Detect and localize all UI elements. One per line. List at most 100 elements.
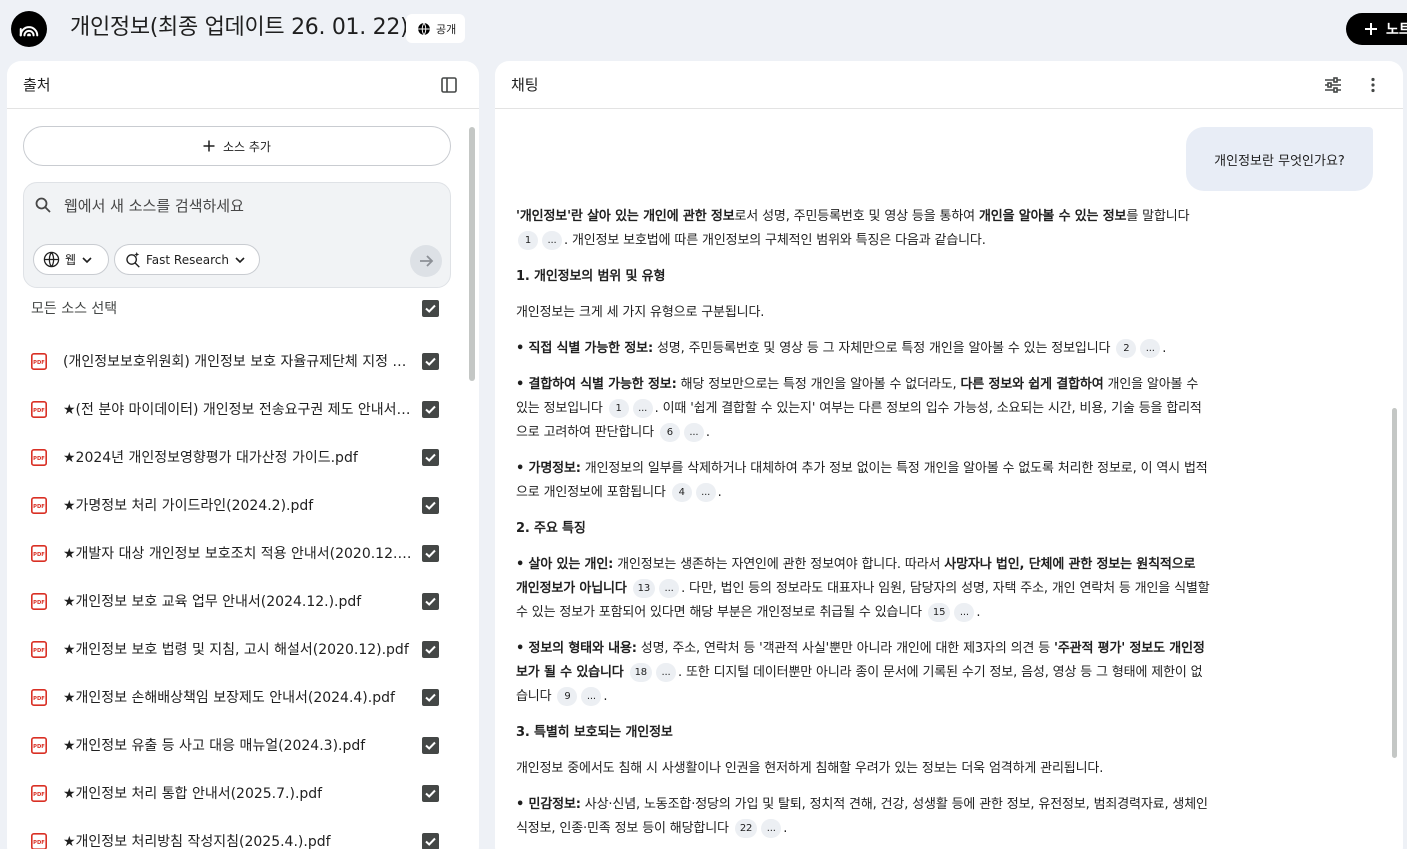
pdf-icon: PDF — [31, 400, 47, 418]
source-checkbox[interactable] — [422, 688, 439, 706]
source-title: ★2024년 개인정보영향평가 대가산정 가이드.pdf — [63, 450, 358, 466]
source-checkbox[interactable] — [422, 448, 439, 466]
more-vert-icon[interactable] — [1359, 71, 1387, 99]
sources-header: 출처 — [7, 61, 479, 109]
citation-more-chip[interactable]: ... — [542, 231, 562, 250]
checkbox-checked-icon — [425, 357, 436, 366]
source-checkbox[interactable] — [422, 784, 439, 802]
citation-chip[interactable]: 18 — [629, 663, 653, 682]
sources-title: 출처 — [23, 76, 51, 94]
search-submit-button[interactable] — [410, 245, 442, 277]
public-share-chip[interactable]: 공개 — [406, 14, 465, 43]
globe-icon — [43, 251, 60, 268]
source-item[interactable]: PDF ★2024년 개인정보영향평가 대가산정 가이드.pdf — [31, 433, 443, 481]
answer-text: . 개인정보 보호법에 따른 개인정보의 구체적인 범위와 특징은 다음과 같습… — [564, 233, 986, 248]
citation-more-chip[interactable]: ... — [581, 687, 602, 706]
notebook-logo-icon[interactable] — [11, 11, 47, 47]
source-checkbox[interactable] — [422, 496, 439, 514]
citation-more-chip[interactable]: ... — [954, 603, 975, 622]
section-heading: 1. 개인정보의 범위 및 유형 — [516, 269, 666, 284]
source-item[interactable]: PDF ★개인정보 보호 교육 업무 안내서(2024.12.).pdf — [31, 577, 443, 625]
bullet-label: • 가명정보: — [516, 461, 581, 476]
chat-scrollbar[interactable] — [1392, 408, 1397, 758]
citation-chip[interactable]: 15 — [927, 603, 951, 622]
svg-text:PDF: PDF — [33, 456, 45, 462]
select-all-checkbox[interactable] — [422, 299, 439, 317]
research-mode-dropdown[interactable]: Fast Research — [114, 244, 260, 275]
source-title: ★개인정보 처리방침 작성지침(2025.4.).pdf — [63, 834, 331, 849]
source-title: ★(전 분야 마이데이터) 개인정보 전송요구권 제도 안내서(2025.3.)… — [63, 402, 422, 418]
select-all-row[interactable]: 모든 소스 선택 — [31, 297, 443, 319]
checkbox-checked-icon — [425, 501, 436, 510]
source-title: ★개인정보 보호 교육 업무 안내서(2024.12.).pdf — [63, 594, 362, 610]
answer-bullet: • 정보의 형태와 내용: 성명, 주소, 연락처 등 '객관적 사실'뿐만 아… — [516, 641, 1205, 706]
source-title: ★개인정보 손해배상책임 보장제도 안내서(2024.4).pdf — [63, 690, 395, 706]
citation-more-chip[interactable]: ... — [683, 423, 704, 442]
sources-scrollbar[interactable] — [469, 127, 475, 381]
source-item[interactable]: PDF ★개인정보 보호 법령 및 지침, 고시 해설서(2020.12).pdf — [31, 625, 443, 673]
svg-text:PDF: PDF — [33, 696, 45, 702]
citation-chip[interactable]: 1 — [608, 399, 629, 418]
citation-chip[interactable]: 1 — [518, 231, 538, 250]
answer-text: 를 말합니다 — [1126, 209, 1190, 224]
add-source-button[interactable]: 소스 추가 — [23, 126, 451, 166]
section-heading: 3. 특별히 보호되는 개인정보 — [516, 725, 673, 740]
source-title: ★개인정보 유출 등 사고 대응 매뉴얼(2024.3).pdf — [63, 738, 366, 754]
source-item[interactable]: PDF ★개인정보 유출 등 사고 대응 매뉴얼(2024.3).pdf — [31, 721, 443, 769]
citation-chip[interactable]: 13 — [632, 579, 656, 598]
source-checkbox[interactable] — [422, 592, 439, 610]
source-checkbox[interactable] — [422, 544, 439, 562]
citation-more-chip[interactable]: ... — [659, 579, 680, 598]
source-title: ★개발자 대상 개인정보 보호조치 적용 안내서(2020.12.).pdf — [63, 546, 422, 562]
web-search-input[interactable] — [64, 193, 434, 219]
answer-bullet: • 살아 있는 개인: 개인정보는 생존하는 자연인에 관한 정보여야 합니다.… — [516, 557, 1210, 622]
pdf-icon: PDF — [31, 448, 47, 466]
source-checkbox[interactable] — [422, 640, 439, 658]
svg-text:PDF: PDF — [33, 648, 45, 654]
panel-collapse-icon[interactable] — [435, 71, 463, 99]
answer-bold-text: '개인정보'란 살아 있는 개인에 관한 정보 — [516, 209, 735, 224]
pdf-icon: PDF — [31, 784, 47, 802]
source-item[interactable]: PDF ★개인정보 손해배상책임 보장제도 안내서(2024.4).pdf — [31, 673, 443, 721]
citation-chip[interactable]: 2 — [1116, 339, 1137, 358]
source-checkbox[interactable] — [422, 352, 439, 370]
source-checkbox[interactable] — [422, 736, 439, 754]
pdf-icon: PDF — [31, 640, 47, 658]
source-item[interactable]: PDF ★가명정보 처리 가이드라인(2024.2).pdf — [31, 481, 443, 529]
citation-more-chip[interactable]: ... — [695, 483, 716, 502]
answer-text: 개인정보의 일부를 삭제하거나 대체하여 추가 정보 없이는 특정 개인을 알아… — [516, 461, 1208, 500]
citation-chip[interactable]: 9 — [557, 687, 578, 706]
sources-panel: 출처 소스 추가 웹에서 새 소스를 검색하세요 웹 Fast Research… — [7, 61, 479, 849]
source-checkbox[interactable] — [422, 832, 439, 849]
notebook-title[interactable]: 개인정보(최종 업데이트 26. 01. 22) — [70, 14, 409, 42]
source-item[interactable]: PDF ★개인정보 처리방침 작성지침(2025.4.).pdf — [31, 817, 443, 849]
svg-text:PDF: PDF — [33, 408, 45, 414]
source-title: ★개인정보 처리 통합 안내서(2025.7.).pdf — [63, 786, 323, 802]
web-source-dropdown[interactable]: 웹 — [33, 244, 109, 275]
citation-chip[interactable]: 4 — [671, 483, 692, 502]
section-text: 개인정보 중에서도 침해 시 사생활이나 인권을 현저하게 침해할 우려가 있는… — [516, 761, 1104, 776]
pdf-icon: PDF — [31, 592, 47, 610]
source-list: PDF (개인정보보호위원회) 개인정보 보호 자율규제단체 지정 및 운영에 관… — [31, 337, 443, 849]
add-source-label: 소스 추가 — [223, 139, 271, 154]
citation-more-chip[interactable]: ... — [656, 663, 677, 682]
bullet-label: • 살아 있는 개인: — [516, 557, 614, 572]
citation-more-chip[interactable]: ... — [761, 819, 782, 838]
citation-chip[interactable]: 22 — [734, 819, 758, 838]
pdf-icon: PDF — [31, 352, 47, 370]
svg-text:PDF: PDF — [33, 840, 45, 846]
source-item[interactable]: PDF ★(전 분야 마이데이터) 개인정보 전송요구권 제도 안내서(2025.… — [31, 385, 443, 433]
citation-chip[interactable]: 6 — [659, 423, 680, 442]
source-checkbox[interactable] — [422, 400, 439, 418]
source-item[interactable]: PDF ★개발자 대상 개인정보 보호조치 적용 안내서(2020.12.).pd… — [31, 529, 443, 577]
source-item[interactable]: PDF ★개인정보 처리 통합 안내서(2025.7.).pdf — [31, 769, 443, 817]
source-item[interactable]: PDF (개인정보보호위원회) 개인정보 보호 자율규제단체 지정 및 운영에 관… — [31, 337, 443, 385]
answer-text: 성명, 주민등록번호 및 영상 등 그 자체만으로 특정 개인을 알아볼 수 있… — [653, 341, 1111, 356]
research-label: Fast Research — [146, 252, 229, 267]
citation-more-chip[interactable]: ... — [1140, 339, 1161, 358]
tune-icon[interactable] — [1319, 71, 1347, 99]
new-note-button[interactable]: 노트 — [1346, 13, 1407, 45]
checkbox-checked-icon — [425, 549, 436, 558]
citation-more-chip[interactable]: ... — [632, 399, 653, 418]
chevron-down-icon — [82, 256, 92, 263]
